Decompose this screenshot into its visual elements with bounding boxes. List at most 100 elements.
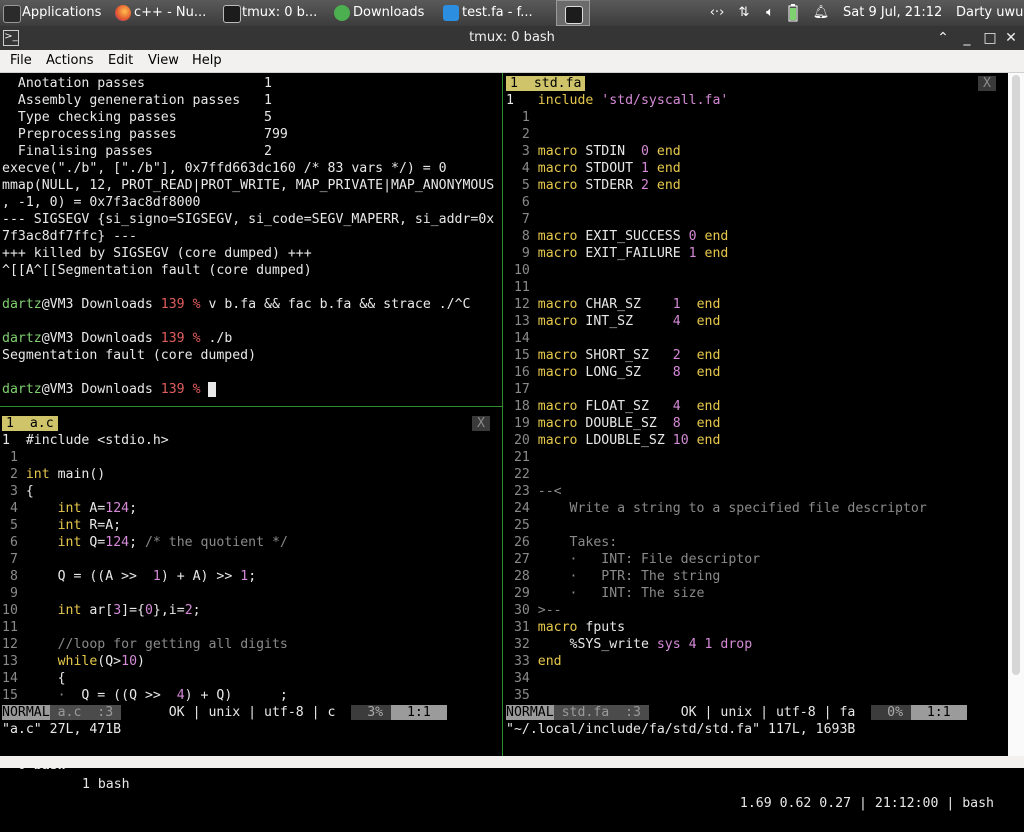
task-label: Downloads — [353, 5, 425, 20]
minimize-icon[interactable]: _ — [958, 29, 976, 47]
code-line: 3 { — [2, 484, 34, 499]
code-line: 1 include 'std/syscall.fa' — [506, 93, 729, 108]
menu-help[interactable]: Help — [192, 50, 222, 72]
code-line: 13 macro INT_SZ 4 end — [506, 314, 721, 329]
vscode-icon — [443, 5, 459, 21]
code-line: 6 — [506, 195, 538, 210]
menu-bar: File Actions Edit View Help — [0, 50, 1024, 73]
prompt-exit-code: 139 — [160, 297, 185, 312]
code-line: 34 — [506, 671, 538, 686]
user-name[interactable]: Darty uwu — [956, 0, 1024, 26]
text-cursor — [208, 382, 217, 397]
menu-actions[interactable]: Actions — [46, 50, 94, 72]
shell-prompt: dartz@VM3 Downloads 139 % ./b — [2, 330, 232, 347]
code-line: 5 macro STDERR 2 end — [506, 178, 681, 193]
code-line: 24 Write a string to a specified file de… — [506, 501, 927, 516]
prompt-exit-code: 139 — [160, 331, 185, 346]
maximize-restore-icon[interactable]: ⌃ — [934, 29, 952, 47]
code-line: 13 while(Q>10) — [2, 654, 145, 669]
downloads-icon — [334, 5, 350, 21]
code-line: 18 macro FLOAT_SZ 4 end — [506, 399, 721, 414]
menu-edit[interactable]: Edit — [108, 50, 133, 72]
status-info: OK | unix | utf-8 | c — [121, 705, 352, 720]
task-vscode[interactable]: test.fa - f... — [440, 0, 550, 26]
code-line: 32 %SYS_write sys 4 1 drop — [506, 637, 753, 652]
window-title: tmux: 0 bash — [469, 30, 555, 45]
terminal-scrollbar[interactable] — [1008, 73, 1024, 756]
prompt-exit-code: 139 — [160, 382, 185, 397]
task-downloads[interactable]: Downloads — [331, 0, 435, 26]
battery-icon[interactable] — [788, 0, 802, 26]
menu-file[interactable]: File — [10, 50, 32, 72]
output-line: mmap(NULL, 12, PROT_READ|PROT_WRITE, MAP… — [2, 178, 495, 193]
close-icon[interactable]: ✕ — [1002, 29, 1020, 47]
pane-divider-horizontal[interactable] — [0, 406, 502, 407]
window-title-bar: >_ tmux: 0 bash ⌃ _ □ ✕ — [0, 26, 1024, 50]
output-line: 7f3ac8df7ffc} --- — [2, 229, 137, 244]
shell-prompt[interactable]: dartz@VM3 Downloads 139 % — [2, 381, 217, 398]
terminal-area[interactable]: Anotation passes 1 Assembly geneneration… — [0, 73, 1008, 811]
clock[interactable]: Sat 9 Jul, 21:12 — [843, 0, 949, 26]
volume-icon[interactable]: 🔈︎ — [760, 0, 780, 26]
code-line: 16 macro LONG_SZ 8 end — [506, 365, 721, 380]
code-line: 4 int A=124; — [2, 501, 138, 516]
code-line: 17 — [506, 382, 538, 397]
code-line: 2 int main() — [2, 467, 106, 482]
status-percent: 3% — [351, 705, 392, 720]
scrollbar-thumb[interactable] — [1012, 75, 1020, 675]
code-line: 20 macro LDOUBLE_SZ 10 end — [506, 433, 721, 448]
code-line: 8 Q = ((A >> 1) + A) >> 1; — [2, 569, 257, 584]
firefox-icon — [115, 5, 131, 21]
network-arrows-icon[interactable]: ‹·› — [706, 0, 728, 26]
code-line: 12 macro CHAR_SZ 1 end — [506, 297, 721, 312]
menu-view[interactable]: View — [148, 50, 179, 72]
status-info: OK | unix | utf-8 | fa — [648, 705, 872, 720]
code-line: 11 — [506, 280, 538, 295]
code-line: 7 — [506, 212, 538, 227]
vim-pane-std-fa[interactable]: 1 std.fa X 1 include 'std/syscall.fa' 1 … — [506, 75, 1006, 703]
code-line: 2 — [506, 127, 538, 142]
vim-statusline-right: NORMAL std.fa :3 OK | unix | utf-8 | fa … — [506, 704, 1006, 721]
code-line: 30 >-- — [506, 603, 562, 618]
task-label: tmux: 0 b... — [242, 5, 318, 20]
transfer-icon[interactable]: ⇅ — [734, 0, 754, 26]
vim-pane-a-c[interactable]: 1 a.c X 1 #include <stdio.h> 1 2 int mai… — [2, 415, 502, 715]
applications-menu[interactable]: Applications — [0, 0, 108, 26]
prompt-user: dartz — [2, 382, 42, 397]
task-firefox[interactable]: c++ - Nu... — [112, 0, 216, 26]
shell-pane[interactable]: Anotation passes 1 Assembly geneneration… — [2, 75, 502, 405]
code-line: 25 — [506, 518, 538, 533]
code-line: 14 { — [2, 671, 66, 686]
prompt-user: dartz — [2, 297, 42, 312]
vim-tab[interactable]: 1 std.fa — [506, 76, 586, 91]
prompt-host: @VM3 Downloads — [41, 331, 161, 346]
vim-tab[interactable]: 1 a.c — [2, 416, 58, 431]
tmux-status-bar: *0 bash* 1 bash 1.69 0.62 0.27 | 21:12:0… — [0, 737, 1008, 811]
code-line: 1 — [506, 110, 538, 125]
tmux-window-list[interactable]: 1 bash — [74, 775, 130, 794]
shell-prompt: dartz@VM3 Downloads 139 % v b.fa && fac … — [2, 296, 470, 313]
task-active-terminal[interactable] — [556, 0, 590, 26]
prompt-command: v b.fa && fac b.fa && strace ./^C — [208, 297, 471, 312]
prompt-symbol: % — [184, 297, 209, 312]
code-line: 35 — [506, 688, 538, 703]
code-line: 33 end — [506, 654, 562, 669]
tab-close-button[interactable]: X — [472, 416, 490, 431]
task-label: test.fa - f... — [462, 5, 533, 20]
maximize-icon[interactable]: □ — [981, 29, 999, 47]
status-position: 1:1 — [910, 705, 967, 720]
output-line: execve("./b", ["./b"], 0x7ffd663dc160 /*… — [2, 161, 447, 176]
pane-divider-vertical[interactable] — [502, 73, 503, 756]
output-line: Preprocessing passes 799 — [2, 127, 288, 142]
notification-bell-icon[interactable]: 🔔︎ — [812, 0, 830, 26]
code-line: 8 macro EXIT_SUCCESS 0 end — [506, 229, 729, 244]
code-line: 14 — [506, 331, 538, 346]
task-terminal[interactable]: tmux: 0 b... — [220, 0, 328, 26]
mode-indicator: NORMAL — [2, 705, 50, 720]
tmux-clock: 21:12:00 — [874, 796, 939, 811]
output-line: Anotation passes 1 — [2, 76, 272, 91]
output-line: ^[[A^[[Segmentation fault (core dumped) — [2, 263, 312, 278]
code-line: 10 int ar[3]={0},i=2; — [2, 603, 201, 618]
output-line: Segmentation fault (core dumped) — [2, 348, 257, 363]
tab-close-button[interactable]: X — [978, 76, 996, 91]
